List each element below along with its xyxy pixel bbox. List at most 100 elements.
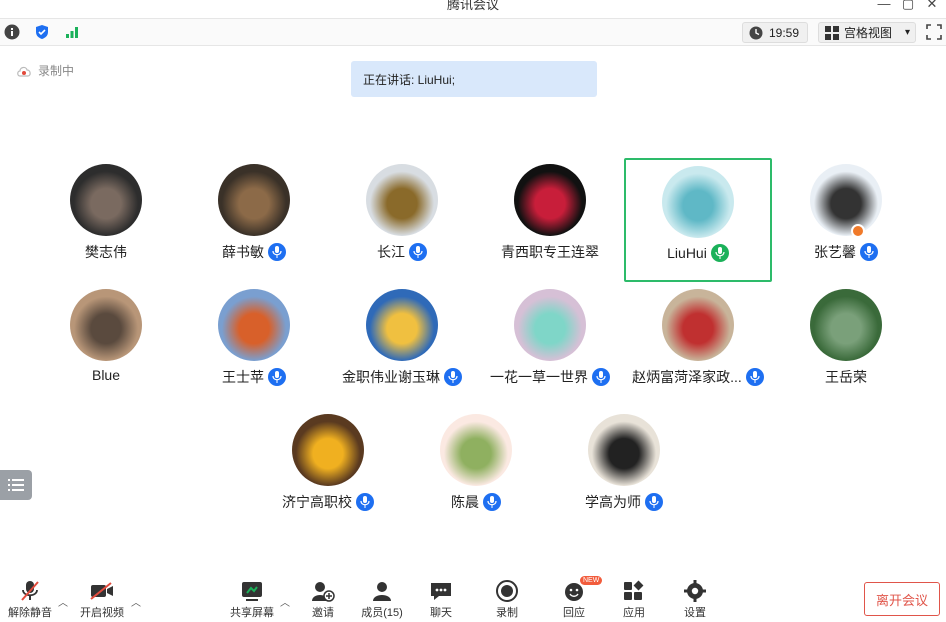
chat-icon <box>431 583 451 600</box>
avatar <box>810 164 882 236</box>
participant-tile[interactable]: LiuHui <box>624 158 772 282</box>
microphone-icon <box>268 368 286 386</box>
participant-tile[interactable]: 王士苹 <box>180 283 328 407</box>
participant-name: 一花一草一世界 <box>490 369 588 385</box>
chevron-up-icon[interactable]: ︿ <box>58 594 68 609</box>
unmute-label: 解除静音 <box>8 607 52 619</box>
avatar <box>810 289 882 361</box>
settings-button[interactable]: 设置 <box>665 578 725 620</box>
chat-button[interactable]: 聊天 <box>411 578 471 620</box>
participant-tile[interactable]: 青西职专王连翠 <box>476 158 624 282</box>
participant-name: 薛书敏 <box>222 244 264 260</box>
avatar <box>588 414 660 486</box>
new-badge: NEW <box>580 576 603 585</box>
list-icon <box>8 479 24 491</box>
avatar <box>366 289 438 361</box>
meeting-timer: 19:59 <box>742 22 808 43</box>
view-selector[interactable]: 宫格视图 ▾ <box>818 22 916 43</box>
list-toggle-button[interactable] <box>0 470 32 500</box>
microphone-icon <box>592 368 610 386</box>
avatar <box>662 166 734 238</box>
cloud-record-icon <box>17 66 31 77</box>
chevron-down-icon: ▾ <box>905 27 911 38</box>
signal-icon[interactable] <box>63 23 81 41</box>
microphone-icon <box>645 493 663 511</box>
participant-tile[interactable]: 济宁高职校 <box>254 408 402 532</box>
chevron-up-icon[interactable]: ︿ <box>131 594 141 609</box>
fullscreen-icon[interactable] <box>926 24 942 40</box>
record-button[interactable]: 录制 <box>477 578 537 620</box>
microphone-icon <box>710 244 729 262</box>
avatar <box>662 289 734 361</box>
participant-tile[interactable]: 长江 <box>328 158 476 282</box>
microphone-icon <box>483 493 501 511</box>
start-video-label: 开启视频 <box>80 607 124 619</box>
meeting-toolbar: 19:59 宫格视图 ▾ <box>0 18 946 46</box>
info-icon[interactable] <box>3 23 21 41</box>
participant-name: 樊志伟 <box>85 244 127 260</box>
avatar <box>514 164 586 236</box>
view-label: 宫格视图 <box>844 26 893 40</box>
participant-tile[interactable]: 学高为师 <box>550 408 698 532</box>
participant-tile[interactable]: 赵炳富菏泽家政... <box>624 283 772 407</box>
participant-name: 王岳荣 <box>825 369 867 385</box>
meeting-time: 19:59 <box>769 25 800 40</box>
avatar <box>218 289 290 361</box>
participant-name-row: 樊志伟 <box>32 242 180 262</box>
participant-name-row: 张艺馨 <box>772 242 920 262</box>
members-button[interactable]: 成员(15) <box>352 578 412 620</box>
apps-label: 应用 <box>623 607 645 619</box>
video-off-icon <box>90 582 113 600</box>
participant-tile[interactable]: Blue <box>32 283 180 407</box>
invite-icon <box>312 582 335 602</box>
participant-tile[interactable]: 张艺馨 <box>772 158 920 282</box>
microphone-icon <box>745 368 764 386</box>
avatar <box>218 164 290 236</box>
participant-tile[interactable]: 樊志伟 <box>32 158 180 282</box>
title-bar: 腾讯会议 — ▢ ✕ <box>0 0 946 18</box>
avatar <box>514 289 586 361</box>
participant-tile[interactable]: 陈晨 <box>402 408 550 532</box>
leave-meeting-button[interactable]: 离开会议 <box>864 582 940 616</box>
participant-name: LiuHui <box>667 245 707 261</box>
participant-tile[interactable]: 一花一草一世界 <box>476 283 624 407</box>
microphone-icon <box>268 243 286 261</box>
reactions-button[interactable]: NEW 回应 <box>544 576 604 620</box>
participant-name-row: 长江 <box>328 242 476 262</box>
invite-button[interactable]: 邀请 <box>293 578 353 620</box>
record-icon <box>496 580 518 602</box>
participant-name-row: 学高为师 <box>550 492 698 512</box>
participant-tile[interactable]: 金职伟业谢玉琳 <box>328 283 476 407</box>
minimize-button[interactable]: — <box>876 0 892 11</box>
participant-name: 金职伟业谢玉琳 <box>342 369 440 385</box>
record-label: 录制 <box>496 607 518 619</box>
participant-name: 青西职专王连翠 <box>501 244 599 260</box>
participant-name-row: 王士苹 <box>180 367 328 387</box>
participant-name-row: LiuHui <box>626 244 770 262</box>
settings-label: 设置 <box>684 607 706 619</box>
chevron-up-icon[interactable]: ︿ <box>280 594 290 609</box>
participant-name-row: 陈晨 <box>402 492 550 512</box>
shield-icon[interactable] <box>33 23 51 41</box>
share-screen-icon <box>242 582 262 601</box>
mic-muted-icon <box>21 581 39 601</box>
maximize-button[interactable]: ▢ <box>900 0 916 12</box>
participant-tile[interactable]: 薛书敏 <box>180 158 328 282</box>
members-icon <box>373 582 391 601</box>
close-button[interactable]: ✕ <box>924 0 940 12</box>
apps-button[interactable]: 应用 <box>604 578 664 620</box>
active-speaker-banner: 正在讲话: LiuHui; <box>351 61 597 97</box>
participant-tile[interactable]: 王岳荣 <box>772 283 920 407</box>
share-screen-button[interactable]: 共享屏幕 <box>222 578 282 620</box>
clock-icon <box>749 26 763 39</box>
start-video-button[interactable]: 开启视频 <box>72 578 132 620</box>
members-label: 成员(15) <box>361 607 403 619</box>
participant-name: 学高为师 <box>585 494 641 510</box>
grid-view-icon <box>825 25 839 40</box>
invite-label: 邀请 <box>312 607 334 619</box>
unmute-button[interactable]: 解除静音 <box>0 578 60 620</box>
bottom-control-bar: 解除静音 ︿ 开启视频 ︿ 共享屏幕 ︿ 邀请 成员(15) 聊天 录制 NEW… <box>0 572 946 622</box>
participant-name-row: 王岳荣 <box>772 367 920 387</box>
participant-name-row: 一花一草一世界 <box>476 367 624 387</box>
gear-icon <box>684 580 706 602</box>
